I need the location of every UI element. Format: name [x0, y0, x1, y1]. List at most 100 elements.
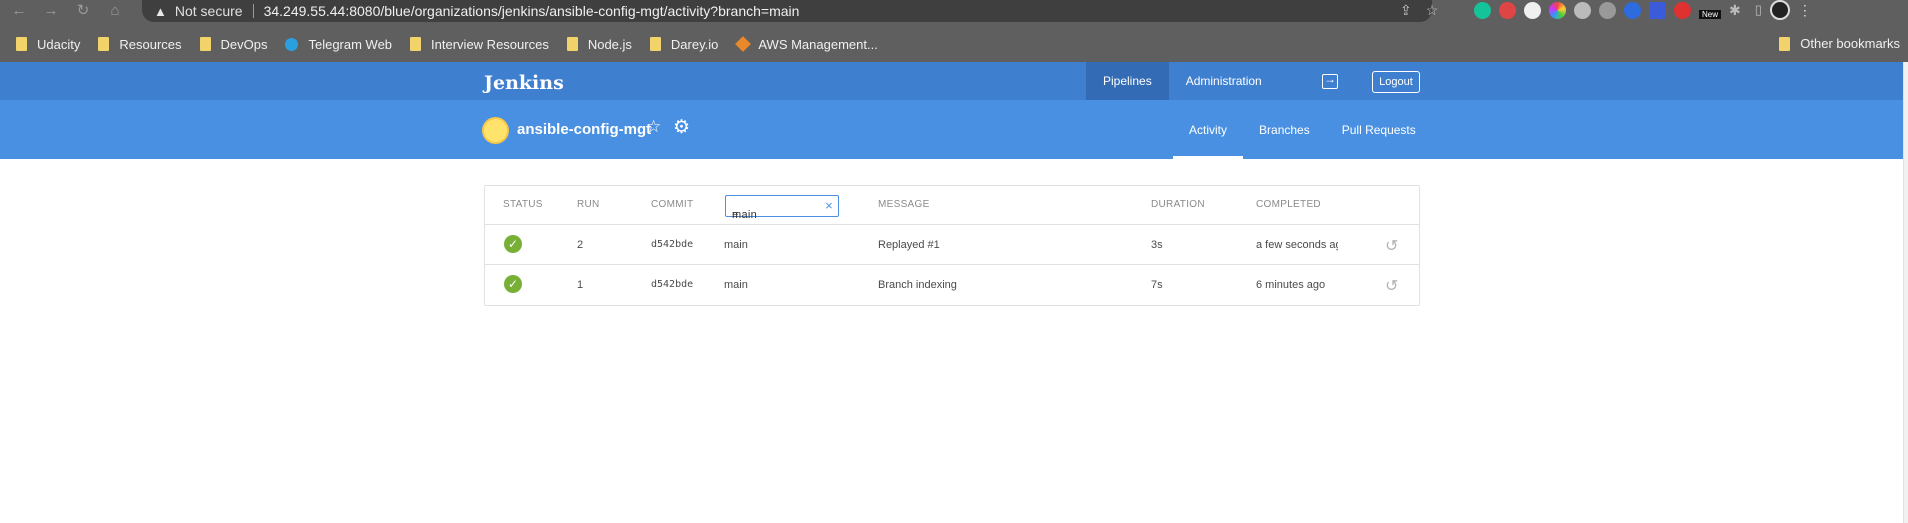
- bookmark-telegram[interactable]: Telegram Web: [285, 37, 392, 52]
- col-run: RUN: [577, 199, 600, 210]
- other-bookmarks[interactable]: Other bookmarks: [1779, 36, 1900, 51]
- table-row[interactable]: ✓ 2 d542bde main Replayed #1 3s a few se…: [485, 225, 1419, 265]
- table-header: STATUS RUN COMMIT ≡ main × MESSAGE DURAT…: [485, 186, 1419, 225]
- run-completed: 6 minutes ago: [1256, 279, 1326, 291]
- col-status: STATUS: [503, 199, 543, 210]
- gear-icon[interactable]: ⚙: [673, 116, 690, 139]
- extensions-bar: New ✱ ▯ ⋮: [1474, 0, 1812, 20]
- grammarly-extension-icon[interactable]: [1474, 1, 1491, 19]
- share-icon[interactable]: ⇪: [1400, 2, 1412, 19]
- bookmark-label: Darey.io: [670, 36, 719, 52]
- replay-icon[interactable]: ↺: [1385, 236, 1398, 256]
- divider: [252, 4, 254, 18]
- run-completed: a few seconds ago: [1256, 239, 1338, 251]
- weather-sunny-icon: [484, 119, 507, 142]
- success-check-icon: ✓: [504, 275, 522, 293]
- run-number: 2: [577, 239, 584, 251]
- jenkins-header: Jenkins Pipelines Administration Logout: [0, 62, 1903, 100]
- forward-icon[interactable]: →: [42, 2, 60, 19]
- back-icon[interactable]: ←: [10, 2, 28, 19]
- extension-icon[interactable]: [1674, 1, 1691, 19]
- url-text[interactable]: 34.249.55.44:8080/blue/organizations/jen…: [264, 3, 800, 19]
- extension-icon[interactable]: [1649, 1, 1666, 19]
- pipeline-name: ansible-config-mgt: [517, 121, 652, 138]
- header-nav: Pipelines Administration: [1086, 62, 1279, 100]
- success-check-icon: ✓: [504, 235, 522, 253]
- bookmark-aws[interactable]: AWS Management...: [735, 36, 878, 52]
- bookmark-star-icon[interactable]: ☆: [1426, 2, 1439, 19]
- bookmark-label: Interview Resources: [431, 36, 549, 52]
- zoom-extension-icon[interactable]: [1624, 1, 1641, 19]
- exit-classic-icon[interactable]: [1322, 72, 1338, 89]
- avatar[interactable]: [1769, 0, 1790, 20]
- nav-administration[interactable]: Administration: [1169, 62, 1279, 100]
- bookmark-label: Resources: [119, 36, 182, 52]
- folder-icon: [566, 37, 578, 51]
- folder-icon: [649, 37, 661, 51]
- jenkins-logo[interactable]: Jenkins: [484, 72, 564, 94]
- bookmark-nodejs[interactable]: Node.js: [566, 37, 632, 52]
- commit-hash[interactable]: d542bde: [651, 239, 693, 250]
- extension-icon[interactable]: [1499, 1, 1516, 19]
- bookmark-label: Other bookmarks: [1800, 36, 1900, 51]
- pipeline-tabs: Activity Branches Pull Requests: [1173, 100, 1432, 159]
- replay-icon[interactable]: ↺: [1385, 276, 1398, 296]
- extension-icon[interactable]: [1524, 1, 1541, 19]
- security-label: Not secure: [174, 3, 243, 19]
- favorite-star-icon[interactable]: ☆: [646, 117, 661, 137]
- bookmark-label: Telegram Web: [308, 36, 393, 52]
- nav-pipelines[interactable]: Pipelines: [1086, 62, 1169, 100]
- tab-branches[interactable]: Branches: [1243, 100, 1326, 159]
- bookmark-darey[interactable]: Darey.io: [649, 36, 719, 52]
- bookmark-resources[interactable]: Resources: [98, 36, 182, 52]
- side-panel-icon[interactable]: ▯: [1755, 2, 1762, 18]
- home-icon[interactable]: ⌂: [106, 2, 124, 19]
- browser-nav: ← → ↻ ⌂: [10, 0, 124, 20]
- extension-new-badge[interactable]: New: [1699, 2, 1721, 19]
- folder-icon: [16, 37, 27, 51]
- branch-name: main: [724, 279, 748, 291]
- run-message: Branch indexing: [878, 279, 957, 291]
- pipeline-header: ansible-config-mgt ☆ ⚙ Activity Branches…: [0, 100, 1903, 159]
- bookmark-label: AWS Management...: [758, 36, 878, 52]
- table-row[interactable]: ✓ 1 d542bde main Branch indexing 7s 6 mi…: [485, 265, 1419, 305]
- bookmark-label: Udacity: [37, 36, 81, 52]
- run-message: Replayed #1: [878, 239, 940, 251]
- clear-filter-icon[interactable]: ×: [825, 198, 833, 213]
- folder-icon: [410, 37, 422, 51]
- color-picker-extension-icon[interactable]: [1549, 1, 1566, 19]
- run-duration: 3s: [1151, 239, 1163, 251]
- telegram-icon: [285, 37, 299, 51]
- extension-icon[interactable]: [1599, 1, 1616, 19]
- folder-icon: [98, 37, 110, 51]
- browser-toolbar: ← → ↻ ⌂ ▲ Not secure 34.249.55.44:8080/b…: [0, 0, 1908, 26]
- extension-icon[interactable]: [1574, 1, 1591, 19]
- activity-table: STATUS RUN COMMIT ≡ main × MESSAGE DURAT…: [484, 185, 1420, 306]
- new-badge-label: New: [1699, 9, 1721, 19]
- browser-menu-icon[interactable]: ⋮: [1798, 2, 1812, 19]
- scrollbar[interactable]: [1903, 62, 1908, 523]
- aws-icon: [735, 36, 752, 52]
- branch-name: main: [724, 239, 748, 251]
- warning-icon: ▲: [154, 3, 167, 19]
- branch-filter-value: main: [732, 209, 758, 221]
- extensions-puzzle-icon[interactable]: ✱: [1729, 2, 1741, 19]
- bookmark-label: DevOps: [220, 36, 268, 52]
- omnibox-actions: ⇪ ☆: [1400, 2, 1438, 19]
- tab-pull-requests[interactable]: Pull Requests: [1326, 100, 1432, 159]
- bookmark-udacity[interactable]: Udacity: [16, 37, 80, 52]
- reload-icon[interactable]: ↻: [74, 1, 92, 19]
- tab-activity[interactable]: Activity: [1173, 100, 1244, 159]
- run-number: 1: [577, 279, 584, 291]
- bookmark-devops[interactable]: DevOps: [199, 36, 268, 52]
- col-message: MESSAGE: [878, 199, 930, 210]
- folder-icon: [1779, 36, 1791, 51]
- branch-filter-input[interactable]: ≡ main ×: [725, 195, 839, 221]
- bookmarks-bar: Udacity Resources DevOps Telegram Web In…: [0, 26, 1908, 62]
- col-duration: DURATION: [1151, 199, 1205, 210]
- address-bar[interactable]: ▲ Not secure 34.249.55.44:8080/blue/orga…: [142, 0, 1432, 22]
- col-commit: COMMIT: [651, 199, 694, 210]
- bookmark-interview-resources[interactable]: Interview Resources: [410, 37, 549, 52]
- logout-button[interactable]: Logout: [1372, 71, 1420, 93]
- commit-hash[interactable]: d542bde: [651, 279, 693, 290]
